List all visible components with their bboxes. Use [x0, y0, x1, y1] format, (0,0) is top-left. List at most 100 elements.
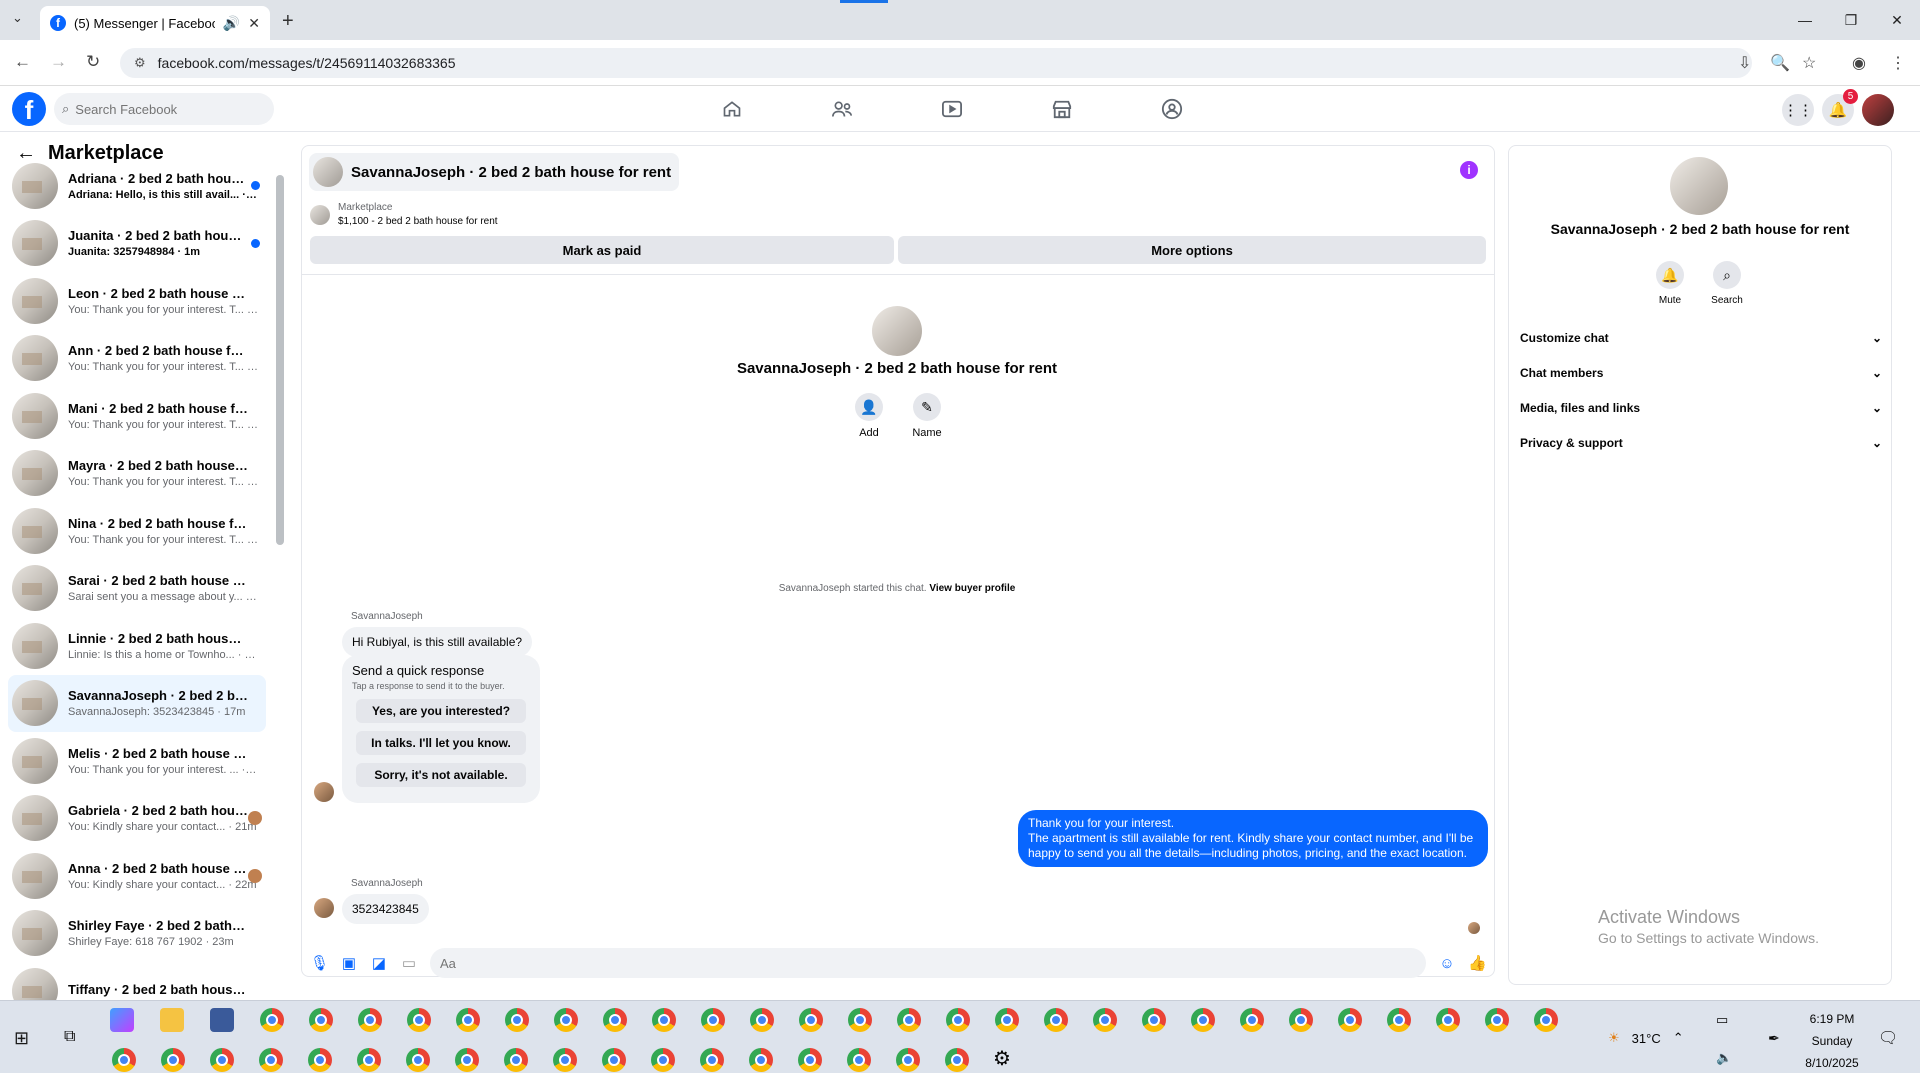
facebook-logo-icon[interactable]: f: [12, 92, 46, 126]
task-view-icon[interactable]: ⧉: [64, 1028, 75, 1046]
chrome-window-icon[interactable]: [995, 1008, 1019, 1032]
section-chat-members[interactable]: Chat members ⌄: [1520, 356, 1882, 390]
speaker-icon[interactable]: 🔊: [223, 15, 240, 32]
sender-avatar-2[interactable]: [314, 898, 334, 918]
thumbs-up-icon[interactable]: 👍: [1468, 954, 1487, 972]
chrome-window-icon[interactable]: [554, 1008, 578, 1032]
chrome-window-icon[interactable]: [602, 1048, 626, 1072]
list-scrollbar[interactable]: [276, 175, 284, 545]
chrome-window-icon[interactable]: [848, 1008, 872, 1032]
tab-list-chevron-icon[interactable]: ⌄: [12, 10, 23, 26]
temperature[interactable]: 31°C: [1632, 1031, 1661, 1046]
file-explorer-icon[interactable]: [160, 1008, 184, 1032]
chrome-window-icon[interactable]: [161, 1048, 185, 1072]
nav-marketplace-icon[interactable]: [1042, 96, 1082, 122]
conversation-item[interactable]: Sarai · 2 bed 2 bath house for r... Sarai…: [8, 560, 266, 617]
settings-gear-icon[interactable]: ⚙: [993, 1046, 1011, 1071]
chrome-window-icon[interactable]: [651, 1048, 675, 1072]
chrome-window-icon[interactable]: [1044, 1008, 1068, 1032]
menu-grid-icon[interactable]: ⋮⋮: [1782, 94, 1814, 126]
chrome-window-icon[interactable]: [1191, 1008, 1215, 1032]
chrome-window-icon[interactable]: [1338, 1008, 1362, 1032]
quick-reply-sorry-button[interactable]: Sorry, it's not available.: [356, 763, 526, 787]
chrome-window-icon[interactable]: [946, 1008, 970, 1032]
chrome-window-icon[interactable]: [1387, 1008, 1411, 1032]
chrome-window-icon[interactable]: [1093, 1008, 1117, 1032]
section-customize-chat[interactable]: Customize chat ⌄: [1520, 321, 1882, 355]
chrome-window-icon[interactable]: [1534, 1008, 1558, 1032]
mute-button[interactable]: 🔔 Mute: [1645, 261, 1695, 306]
chrome-window-icon[interactable]: [553, 1048, 577, 1072]
weather-icon[interactable]: ☀: [1608, 1030, 1620, 1046]
conversation-item[interactable]: Linnie · 2 bed 2 bath house for r... Linn…: [8, 617, 266, 674]
chrome-window-icon[interactable]: [897, 1008, 921, 1032]
conversation-item[interactable]: Juanita · 2 bed 2 bath house f... Juanita…: [8, 215, 266, 272]
conversation-item[interactable]: Shirley Faye · 2 bed 2 bath hous... Shirl…: [8, 905, 266, 962]
chrome-window-icon[interactable]: [701, 1008, 725, 1032]
chrome-window-icon[interactable]: [603, 1008, 627, 1032]
conversation-item[interactable]: SavannaJoseph · 2 bed 2 bath h... Savanna…: [8, 674, 266, 732]
view-buyer-profile-link[interactable]: View buyer profile: [929, 583, 1015, 594]
emoji-icon[interactable]: ☺: [1438, 955, 1456, 972]
conversation-item[interactable]: Nina · 2 bed 2 bath house for re... You: …: [8, 502, 266, 559]
chrome-window-icon[interactable]: [896, 1048, 920, 1072]
windows-start-icon[interactable]: ⊞: [14, 1028, 29, 1049]
minimize-icon[interactable]: —: [1782, 0, 1828, 40]
listing-summary[interactable]: Marketplace $1,100 - 2 bed 2 bath house …: [310, 202, 498, 227]
incoming-message[interactable]: Hi Rubiyal, is this still available?: [342, 627, 533, 657]
facebook-search-box[interactable]: ⌕: [54, 93, 274, 125]
chrome-window-icon[interactable]: [652, 1008, 676, 1032]
chrome-window-icon[interactable]: [358, 1008, 382, 1032]
install-app-icon[interactable]: ⇩: [1738, 53, 1751, 73]
chrome-window-icon[interactable]: [1289, 1008, 1313, 1032]
chrome-window-icon[interactable]: [750, 1008, 774, 1032]
info-icon[interactable]: i: [1460, 161, 1478, 179]
chrome-window-icon[interactable]: [456, 1008, 480, 1032]
chrome-window-icon[interactable]: [1142, 1008, 1166, 1032]
chrome-window-icon[interactable]: [749, 1048, 773, 1072]
search-conversation-button[interactable]: ⌕ Search: [1702, 261, 1752, 306]
quick-reply-yes-button[interactable]: Yes, are you interested?: [356, 699, 526, 723]
profile-icon[interactable]: ◉: [1852, 53, 1866, 73]
site-info-icon[interactable]: ⚙: [134, 55, 146, 71]
nav-home-icon[interactable]: [712, 96, 752, 122]
chrome-window-icon[interactable]: [700, 1048, 724, 1072]
sender-avatar[interactable]: [314, 782, 334, 802]
chrome-window-icon[interactable]: [455, 1048, 479, 1072]
new-tab-plus-icon[interactable]: +: [282, 10, 294, 33]
chrome-window-icon[interactable]: [309, 1008, 333, 1032]
incoming-message-2[interactable]: 3523423845: [342, 894, 429, 924]
outgoing-message[interactable]: Thank you for your interest. The apartme…: [1018, 810, 1488, 867]
chrome-window-icon[interactable]: [799, 1008, 823, 1032]
taskbar-clock[interactable]: 6:19 PM Sunday 8/10/2025: [1792, 1008, 1872, 1073]
nav-groups-icon[interactable]: [1152, 96, 1192, 122]
more-options-button[interactable]: More options: [898, 236, 1486, 264]
address-bar[interactable]: ⚙ facebook.com/messages/t/24569114032683…: [120, 48, 1752, 78]
section-media-files[interactable]: Media, files and links ⌄: [1520, 391, 1882, 425]
chrome-window-icon[interactable]: [505, 1008, 529, 1032]
sticker-icon[interactable]: ◪: [370, 954, 388, 972]
conversation-item[interactable]: Gabriela · 2 bed 2 bath house... You: Kin…: [8, 790, 266, 847]
chrome-window-icon[interactable]: [308, 1048, 332, 1072]
chrome-window-icon[interactable]: [407, 1008, 431, 1032]
chrome-window-icon[interactable]: [1436, 1008, 1460, 1032]
chrome-window-icon[interactable]: [259, 1048, 283, 1072]
quick-reply-in-talks-button[interactable]: In talks. I'll let you know.: [356, 731, 526, 755]
chrome-window-icon[interactable]: [1240, 1008, 1264, 1032]
reload-icon[interactable]: ↻: [86, 52, 100, 72]
back-arrow-icon[interactable]: ←: [14, 52, 31, 72]
chrome-window-icon[interactable]: [945, 1048, 969, 1072]
buyer-avatar[interactable]: [872, 306, 922, 356]
close-tab-icon[interactable]: ✕: [248, 15, 260, 32]
mark-as-paid-button[interactable]: Mark as paid: [310, 236, 894, 264]
gif-icon[interactable]: ▭: [400, 954, 418, 972]
photo-icon[interactable]: ▣: [340, 954, 358, 972]
chat-header[interactable]: SavannaJoseph · 2 bed 2 bath house for r…: [309, 153, 680, 191]
message-input[interactable]: [430, 948, 1426, 978]
chrome-window-icon[interactable]: [504, 1048, 528, 1072]
pen-icon[interactable]: ✒: [1768, 1030, 1780, 1047]
facebook-search-input[interactable]: [75, 101, 246, 117]
conversation-item[interactable]: Adriana · 2 bed 2 bath house f... Adriana…: [8, 157, 266, 214]
conversation-item[interactable]: Mayra · 2 bed 2 bath house for ... You: T…: [8, 445, 266, 502]
nav-video-icon[interactable]: [932, 96, 972, 122]
